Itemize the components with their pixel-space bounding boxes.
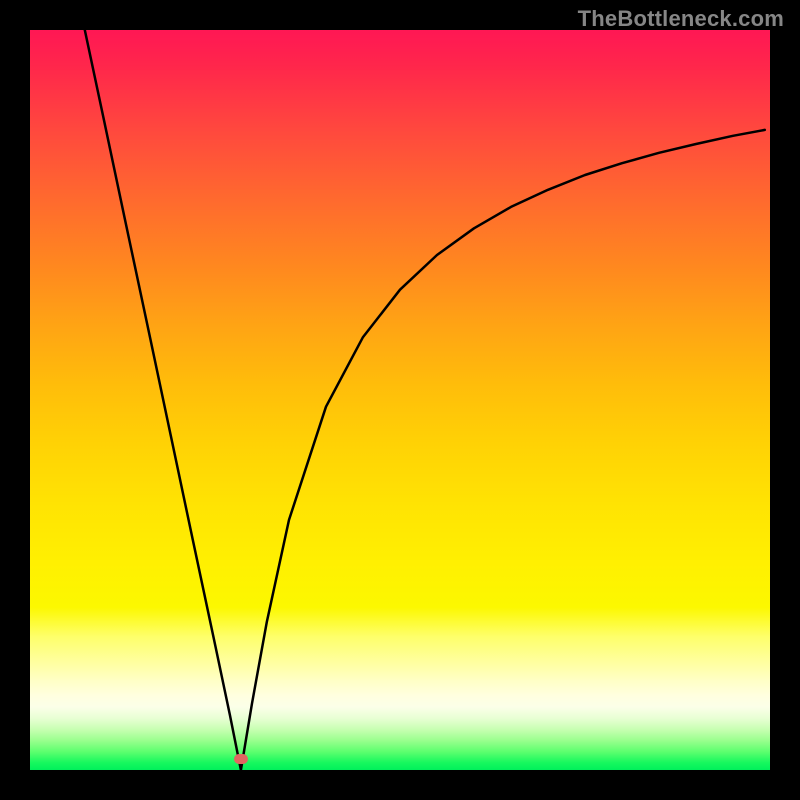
- optimal-point-marker: [234, 754, 248, 764]
- watermark-text: TheBottleneck.com: [578, 6, 784, 32]
- bottleneck-curve: [30, 30, 770, 770]
- chart-container: TheBottleneck.com: [0, 0, 800, 800]
- plot-area: [30, 30, 770, 770]
